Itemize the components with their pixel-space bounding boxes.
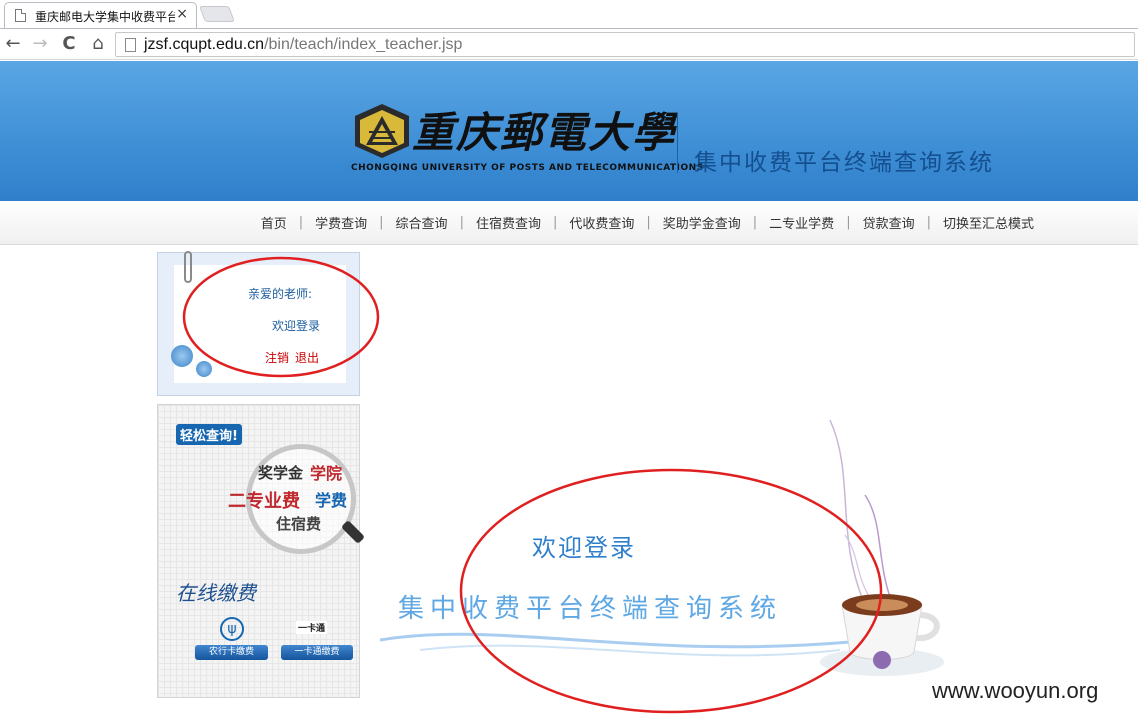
logout-link[interactable]: 注销 [265,349,289,366]
menu-home[interactable]: 首页 [261,213,287,232]
abc-card-pay-button[interactable]: 农行卡缴费 [195,645,268,660]
home-icon[interactable]: ⌂ [87,32,109,56]
main-welcome-title: 欢迎登录 [532,534,636,562]
ad-word-tuition: 学费 [315,491,348,510]
browser-toolbar: ← → C ⌂ jzsf.cqupt.edu.cn/bin/teach/inde… [0,28,1138,60]
url-path: /bin/teach/index_teacher.jsp [264,36,463,53]
watermark: www.wooyun.org [932,678,1099,703]
menu-separator: | [646,215,651,230]
menu-tuition-query[interactable]: 学费查询 [315,213,367,232]
paperclip-icon [184,251,192,283]
browser-tab[interactable]: 重庆邮电大学集中收费平台 × [4,2,197,28]
online-pay-title: 在线缴费 [176,581,256,605]
back-icon[interactable]: ← [2,32,24,56]
menu-separator: | [459,215,464,230]
ad-word-dorm: 住宿费 [276,515,322,533]
teacher-greeting: 亲爱的老师: [248,287,313,301]
site-banner: 重庆郵電大學 CHONGQING UNIVERSITY OF POSTS AND… [0,61,1138,201]
welcome-text: 欢迎登录 [272,319,321,333]
menu-general-query[interactable]: 综合查询 [396,213,448,232]
forward-icon[interactable]: → [29,32,51,56]
system-title: 集中收费平台终端查询系统 [694,150,994,176]
ad-word-second-major: 二专业费 [228,491,300,512]
menu-scholarship-query[interactable]: 奖助学金查询 [663,213,741,232]
menu-separator: | [379,215,384,230]
menu-separator: | [846,215,851,230]
menu-dorm-fee-query[interactable]: 住宿费查询 [476,213,541,232]
new-tab-button[interactable] [199,6,235,22]
exit-link[interactable]: 退出 [295,349,319,366]
welcome-card: 亲爱的老师: 欢迎登录 注销 退出 [157,251,360,396]
university-english-name: CHONGQING UNIVERSITY OF POSTS AND TELECO… [351,163,704,173]
menu-separator: | [926,215,931,230]
browser-tabstrip: 重庆邮电大学集中收费平台 × [0,0,1138,28]
close-icon[interactable]: × [176,6,188,22]
campus-card-pay-button[interactable]: 一卡通缴费 [281,645,353,660]
url-domain: jzsf.cqupt.edu.cn [144,36,265,53]
page-icon [125,38,136,52]
abc-bank-icon: ψ [220,617,244,641]
menu-summary-mode[interactable]: 切换至汇总模式 [943,213,1034,232]
query-ad-card: 轻松查询! 奖学金 学院 二专业费 学费 住宿费 在线缴费 ψ 一卡通 农行卡缴… [157,404,366,698]
menu-agency-fee-query[interactable]: 代收费查询 [569,213,634,232]
menu-loan-query[interactable]: 贷款查询 [863,213,915,232]
menu-second-major-fee[interactable]: 二专业学费 [769,213,834,232]
tab-title: 重庆邮电大学集中收费平台 [35,10,175,24]
page-icon [15,9,26,22]
menu-separator: | [752,215,758,230]
university-name: 重庆郵電大學 [412,108,677,157]
menu-separator: | [298,215,304,230]
menu-separator: | [552,215,558,230]
university-emblem-icon [355,104,409,158]
main-menu: 首页 | 学费查询 | 综合查询 | 住宿费查询 | 代收费查询 | 奖助学金查… [261,213,1034,232]
address-url: jzsf.cqupt.edu.cn/bin/teach/index_teache… [144,36,462,54]
ad-word-college: 学院 [310,464,343,483]
button-decoration-icon [196,361,212,377]
coffee-cup-icon [820,594,944,676]
reload-icon[interactable]: C [58,32,80,56]
easy-query-badge: 轻松查询! [176,424,242,445]
decoration-wave [380,632,850,657]
button-decoration-icon [171,345,193,367]
address-bar[interactable]: jzsf.cqupt.edu.cn/bin/teach/index_teache… [115,32,1135,57]
ad-word-scholarship: 奖学金 [258,464,304,482]
banner-divider [677,113,678,173]
campus-card-label: 一卡通 [296,621,328,634]
main-menu-bar: 首页 | 学费查询 | 综合查询 | 住宿费查询 | 代收费查询 | 奖助学金查… [0,201,1138,245]
